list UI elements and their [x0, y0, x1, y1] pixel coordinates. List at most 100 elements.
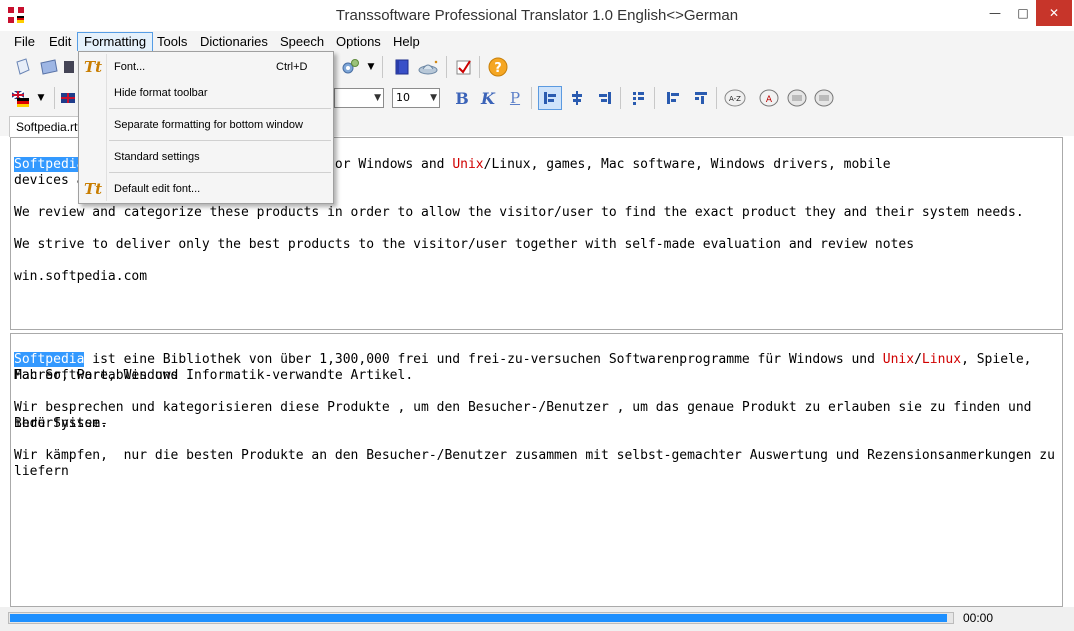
svg-text:A-Z: A-Z: [729, 95, 741, 103]
menu-edit[interactable]: Edit: [43, 33, 77, 51]
font-size-combo[interactable]: 10 ▼: [392, 88, 440, 108]
title-bar: Transsoftware Professional Translator 1.…: [0, 0, 1074, 31]
toolbar-separator: [446, 56, 447, 78]
translation-text-editor[interactable]: Softpedia ist eine Bibliothek von über 1…: [10, 333, 1063, 607]
menu-item-label: Font...: [114, 61, 146, 73]
tab-softpedia-rtf[interactable]: Softpedia.rtf: [9, 116, 88, 137]
list-icon: [633, 92, 644, 105]
indent-increase-button[interactable]: [690, 87, 712, 109]
underline-button[interactable]: P: [504, 87, 526, 109]
settings-dropdown-arrow[interactable]: ▼: [364, 56, 378, 78]
speech-icon: [418, 60, 438, 75]
help-button[interactable]: ?: [487, 56, 509, 78]
font-icon: Tt: [84, 180, 103, 198]
align-left-button[interactable]: [538, 86, 562, 110]
minimize-button[interactable]: —: [980, 0, 1010, 26]
book-icon: [395, 59, 409, 75]
maximize-icon: □: [1017, 6, 1029, 20]
target-paragraph-2: Wir besprechen und kategorisieren diese …: [14, 400, 1040, 431]
text-run: /Linux, games, Mac software, Windows dri…: [483, 157, 891, 172]
target-paragraph-2-line-2: Bedürfnisse.: [14, 416, 108, 431]
menu-help[interactable]: Help: [387, 33, 426, 51]
dictionary-button[interactable]: [391, 56, 413, 78]
menu-item-label: Default edit font...: [114, 183, 201, 195]
minimize-icon: —: [989, 6, 1001, 20]
elapsed-time: 00:00: [963, 611, 994, 625]
spellcheck-button[interactable]: [453, 56, 475, 78]
menu-item-label: Separate formatting for bottom window: [114, 119, 303, 131]
bullets-button[interactable]: [627, 87, 649, 109]
toolbar-separator: [531, 87, 532, 109]
new-document-button[interactable]: [12, 56, 34, 78]
source-paragraph-3: We strive to deliver only the best produ…: [14, 237, 915, 252]
menu-separator: [109, 140, 331, 141]
toolbar-separator: [620, 87, 621, 109]
menu-item-font[interactable]: Tt Font... Ctrl+D: [79, 56, 333, 78]
settings-button[interactable]: [340, 56, 362, 78]
target-paragraph-3: Wir kämpfen, nur die besten Produkte an …: [14, 448, 1063, 479]
close-button[interactable]: ✕: [1036, 0, 1072, 26]
font-color-icon: A: [759, 89, 779, 107]
menu-item-hide-format-toolbar[interactable]: Hide format toolbar: [79, 82, 333, 104]
font-icon: Tt: [84, 58, 103, 76]
align-center-button[interactable]: [566, 87, 588, 109]
indent-increase-icon: [695, 92, 707, 104]
background-color-button[interactable]: [786, 87, 808, 109]
unknown-word: Linux: [921, 352, 962, 367]
highlight-icon: [787, 89, 807, 107]
menu-item-separate-formatting[interactable]: Separate formatting for bottom window: [79, 114, 333, 136]
indent-decrease-button[interactable]: [662, 87, 684, 109]
maximize-button[interactable]: □: [1010, 0, 1036, 26]
toolbar-separator: [716, 87, 717, 109]
menu-item-standard-settings[interactable]: Standard settings: [79, 146, 333, 168]
speech-button[interactable]: [416, 56, 442, 78]
italic-button[interactable]: K: [477, 87, 499, 109]
menu-tools[interactable]: Tools: [151, 33, 193, 51]
align-center-icon: [572, 91, 582, 105]
bold-button[interactable]: B: [451, 87, 473, 109]
close-icon: ✕: [1048, 6, 1060, 20]
svg-text:A: A: [766, 95, 773, 105]
chevron-down-icon: ▼: [374, 93, 381, 103]
check-icon: [456, 60, 471, 75]
text-color-button[interactable]: A: [758, 87, 780, 109]
open-folder-icon: [40, 59, 58, 75]
open-button[interactable]: [38, 56, 60, 78]
svg-text:?: ?: [494, 61, 502, 76]
text-run: ist eine Bibliothek von über 1,300,000 f…: [84, 352, 883, 367]
uk-germany-flag-icon: [11, 90, 29, 107]
toolbar-separator: [54, 87, 55, 109]
window-title: Transsoftware Professional Translator 1.…: [335, 7, 739, 24]
unknown-word: Unix: [452, 157, 484, 172]
progress-fill: [10, 614, 948, 622]
font-name-combo[interactable]: ▼: [334, 88, 384, 108]
unknown-word: Unix: [882, 352, 915, 367]
source-paragraph-4: win.softpedia.com: [14, 269, 148, 284]
menu-formatting[interactable]: Formatting: [77, 32, 154, 52]
target-paragraph-1-line-2: Fahrer, Portables und Informatik-verwand…: [14, 368, 414, 383]
language-dropdown-arrow[interactable]: ▼: [34, 87, 48, 109]
indent-decrease-icon: [667, 92, 679, 104]
menu-item-label: Hide format toolbar: [114, 87, 208, 99]
menu-separator: [109, 108, 331, 109]
align-right-button[interactable]: [594, 87, 616, 109]
align-left-icon: [544, 92, 556, 104]
source-paragraph-2: We review and categorize these products …: [14, 205, 1024, 220]
save-button[interactable]: [63, 56, 75, 78]
menu-separator: [109, 172, 331, 173]
selected-word: Softpedia: [14, 352, 85, 367]
sort-button[interactable]: A-Z: [724, 87, 746, 109]
translation-progress-bar: [8, 612, 954, 624]
menu-options[interactable]: Options: [330, 33, 387, 51]
text-run: /: [914, 352, 922, 367]
uk-flag-icon: [61, 93, 75, 103]
paragraph-color-button[interactable]: [813, 87, 835, 109]
menu-item-default-edit-font[interactable]: Tt Default edit font...: [79, 178, 333, 200]
target-language-flag[interactable]: [60, 87, 76, 109]
menu-dictionaries[interactable]: Dictionaries: [194, 33, 274, 51]
status-bar: 00:00: [0, 607, 1074, 631]
menu-file[interactable]: File: [8, 33, 41, 51]
menu-speech[interactable]: Speech: [274, 33, 330, 51]
source-language-flag[interactable]: [10, 87, 32, 109]
selected-word: Softpedia: [14, 157, 85, 172]
